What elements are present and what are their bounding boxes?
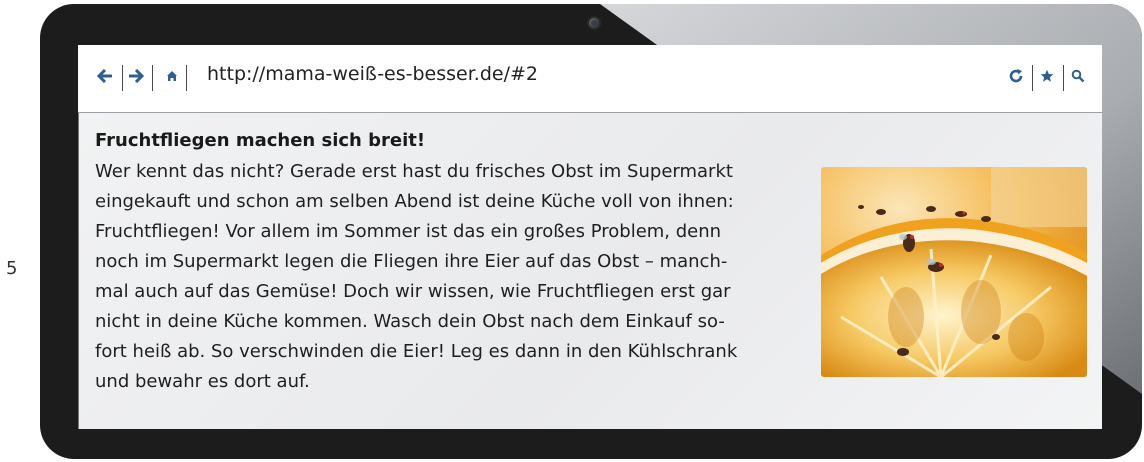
article-line: nicht in deine Küche kommen. Wasch dein … [95, 311, 725, 332]
reload-button[interactable] [1005, 65, 1027, 87]
toolbar-separator [1063, 65, 1064, 91]
toolbar-separator [152, 65, 153, 91]
search-icon [1071, 69, 1085, 83]
article-body: Wer kennt das nicht? Gerade erst hast du… [95, 157, 737, 397]
article-line: eingekauft und schon am selben Abend ist… [95, 191, 734, 212]
article-line: mal auch auf das Gemüse! Doch wir wissen… [95, 281, 731, 302]
article-line: Fruchtfliegen! Vor allem im Sommer ist d… [95, 221, 722, 242]
url-text[interactable]: http://mama-weiß-es-besser.de/#2 [207, 63, 538, 85]
home-button[interactable] [161, 65, 183, 87]
camera-icon [587, 16, 601, 30]
toolbar-separator [1032, 65, 1033, 91]
article-line: Wer kennt das nicht? Gerade erst hast du… [95, 161, 733, 182]
forward-button[interactable] [125, 65, 147, 87]
search-button[interactable] [1067, 65, 1089, 87]
bookmark-button[interactable] [1036, 65, 1058, 87]
arrow-right-icon [129, 69, 144, 83]
browser-screen: http://mama-weiß-es-besser.de/#2 Fruchtf… [78, 45, 1102, 429]
line-number: 5 [6, 258, 18, 279]
home-icon [167, 71, 177, 81]
reload-icon [1009, 69, 1023, 83]
back-button[interactable] [94, 65, 116, 87]
toolbar-separator [122, 65, 123, 91]
article-line: fort heiß ab. So verschwinden die Eier! … [95, 341, 738, 362]
article-line: und bewahr es dort auf. [95, 371, 310, 392]
lemon-photo [821, 167, 1087, 377]
toolbar-separator [186, 65, 187, 91]
page-content: Fruchtfliegen machen sich breit! Wer ken… [78, 113, 1102, 429]
star-icon [1040, 69, 1054, 82]
fruit-flies-photo [821, 167, 1087, 377]
article-headline: Fruchtfliegen machen sich breit! [95, 130, 426, 151]
article-line: noch im Supermarkt legen die Fliegen ihr… [95, 251, 728, 272]
address-bar: http://mama-weiß-es-besser.de/#2 [78, 45, 1102, 113]
arrow-left-icon [97, 69, 112, 83]
